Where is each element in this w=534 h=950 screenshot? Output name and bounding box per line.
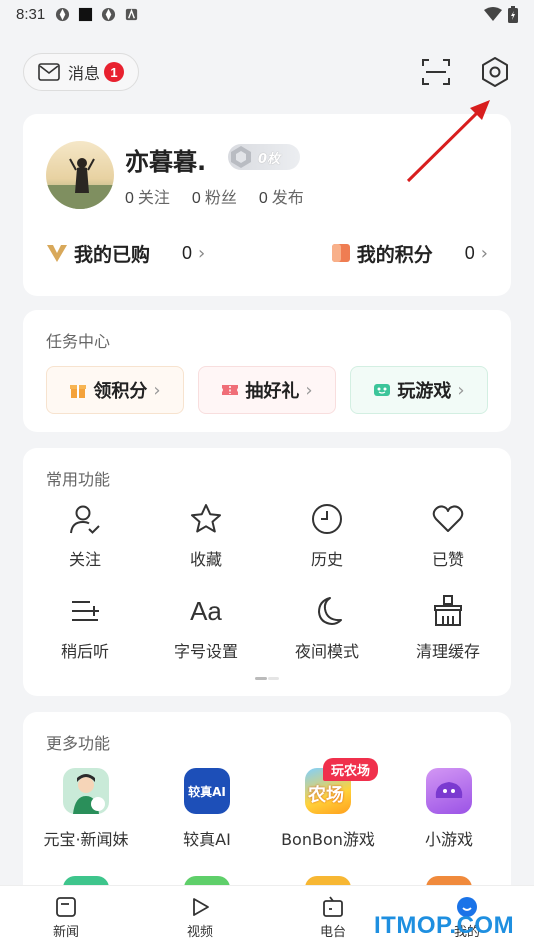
font-notification-icon [126,8,138,20]
top-bar: 消息 1 [0,50,534,94]
black-square-icon [79,7,93,21]
tab-radio[interactable]: 电台 [298,896,368,940]
messages-label: 消息 [68,64,101,83]
farm-tag-badge: 玩农场 [323,758,379,781]
gamepad-icon [374,384,391,396]
grid-item-clear-cache[interactable]: 清理缓存 [398,594,498,662]
grid-item-favorites[interactable]: 收藏 [156,502,256,570]
level-medal-icon [231,146,251,168]
stat-following[interactable]: 0 关注 [125,184,170,208]
common-functions-card: 常用功能 关注 收藏 历史 已赞 稍后听 Aa 字号设置 夜间模式 清理缓存 [23,448,511,696]
messages-button[interactable]: 消息 1 [23,53,140,91]
heart-icon [432,505,464,532]
stat-fans[interactable]: 0 粉丝 [192,184,237,208]
more-functions-card: 更多功能 元宝·新闻妹 较真AI 较真AI 农场 玩农场 BonBon游戏 小游… [23,712,511,912]
news-icon [56,897,76,917]
lucky-draw-button[interactable]: 抽好礼 › [198,366,336,414]
status-bar: 8:31 [0,0,534,28]
play-games-button[interactable]: 玩游戏 › [350,366,488,414]
moon-icon [318,597,342,625]
avatar[interactable] [46,141,114,209]
farm-game-icon: 农场 玩农场 [305,758,379,814]
playlist-add-icon [72,601,99,621]
grid-item-liked[interactable]: 已赞 [398,502,498,570]
profile-card: 亦暮暮. 0枚 0 关注 0 粉丝 0 发布 我的已购 0 › 我的积分 0 › [23,114,511,296]
tab-news[interactable]: 新闻 [31,896,101,940]
gift-icon [70,385,87,398]
app-notification-icon [56,7,70,21]
wifi-icon [484,6,502,21]
more-item-jiaozhen-ai[interactable]: 较真AI 较真AI [147,768,267,850]
stat-posts[interactable]: 0 发布 [259,184,304,208]
points-icon [331,244,350,262]
purchase-points-row: 我的已购 0 › 我的积分 0 › [46,240,488,266]
v-logo-icon [47,245,67,262]
username: 亦暮暮. [125,148,207,176]
user-check-icon [70,505,100,534]
settings-gear-icon[interactable] [478,55,512,89]
level-badge[interactable]: 0枚 [228,144,300,170]
broom-icon [434,595,462,626]
status-time: 8:31 [16,5,46,23]
mini-game-icon [426,768,472,814]
chevron-right-icon: › [198,242,206,264]
grid-item-follow[interactable]: 关注 [35,502,135,570]
more-item-bonbon-game[interactable]: 农场 玩农场 BonBon游戏 [268,758,388,850]
purchased-entry[interactable]: 我的已购 0 › [46,240,205,267]
grid-item-font-size[interactable]: Aa 字号设置 [156,594,256,662]
messages-badge: 1 [104,62,125,82]
video-icon [193,898,209,916]
earn-points-button[interactable]: 领积分 › [46,366,184,414]
grid-item-listen-later[interactable]: 稍后听 [35,594,135,662]
font-size-icon: Aa [190,596,222,626]
ticket-icon [222,385,239,395]
clock-icon [312,504,342,534]
level-text: 0枚 [258,151,281,167]
more-functions-title: 更多功能 [46,734,111,753]
jiaozhen-ai-icon: 较真AI [184,768,230,814]
radio-icon [323,896,343,917]
battery-icon [508,5,518,23]
watermark: ITMOP.COM [374,912,515,939]
task-center-card: 任务中心 领积分 › 抽好礼 › 玩游戏 › [23,310,511,432]
task-center-title: 任务中心 [46,332,111,351]
profile-stats: 0 关注 0 粉丝 0 发布 [125,184,304,208]
yuanbao-avatar-icon [63,768,109,814]
tab-video[interactable]: 视频 [165,896,235,940]
common-functions-title: 常用功能 [46,470,111,489]
points-entry[interactable]: 我的积分 0 › [331,240,488,267]
scan-button[interactable] [420,56,452,88]
grid-item-history[interactable]: 历史 [277,502,377,570]
star-icon [191,504,221,533]
app-notification-icon-2 [102,7,116,21]
more-item-mini-games[interactable]: 小游戏 [389,768,509,850]
chevron-right-icon: › [480,242,488,264]
page-indicator [255,677,279,680]
more-item-yuanbao[interactable]: 元宝·新闻妹 [26,768,146,850]
grid-item-night-mode[interactable]: 夜间模式 [277,594,377,662]
envelope-icon [38,63,60,81]
